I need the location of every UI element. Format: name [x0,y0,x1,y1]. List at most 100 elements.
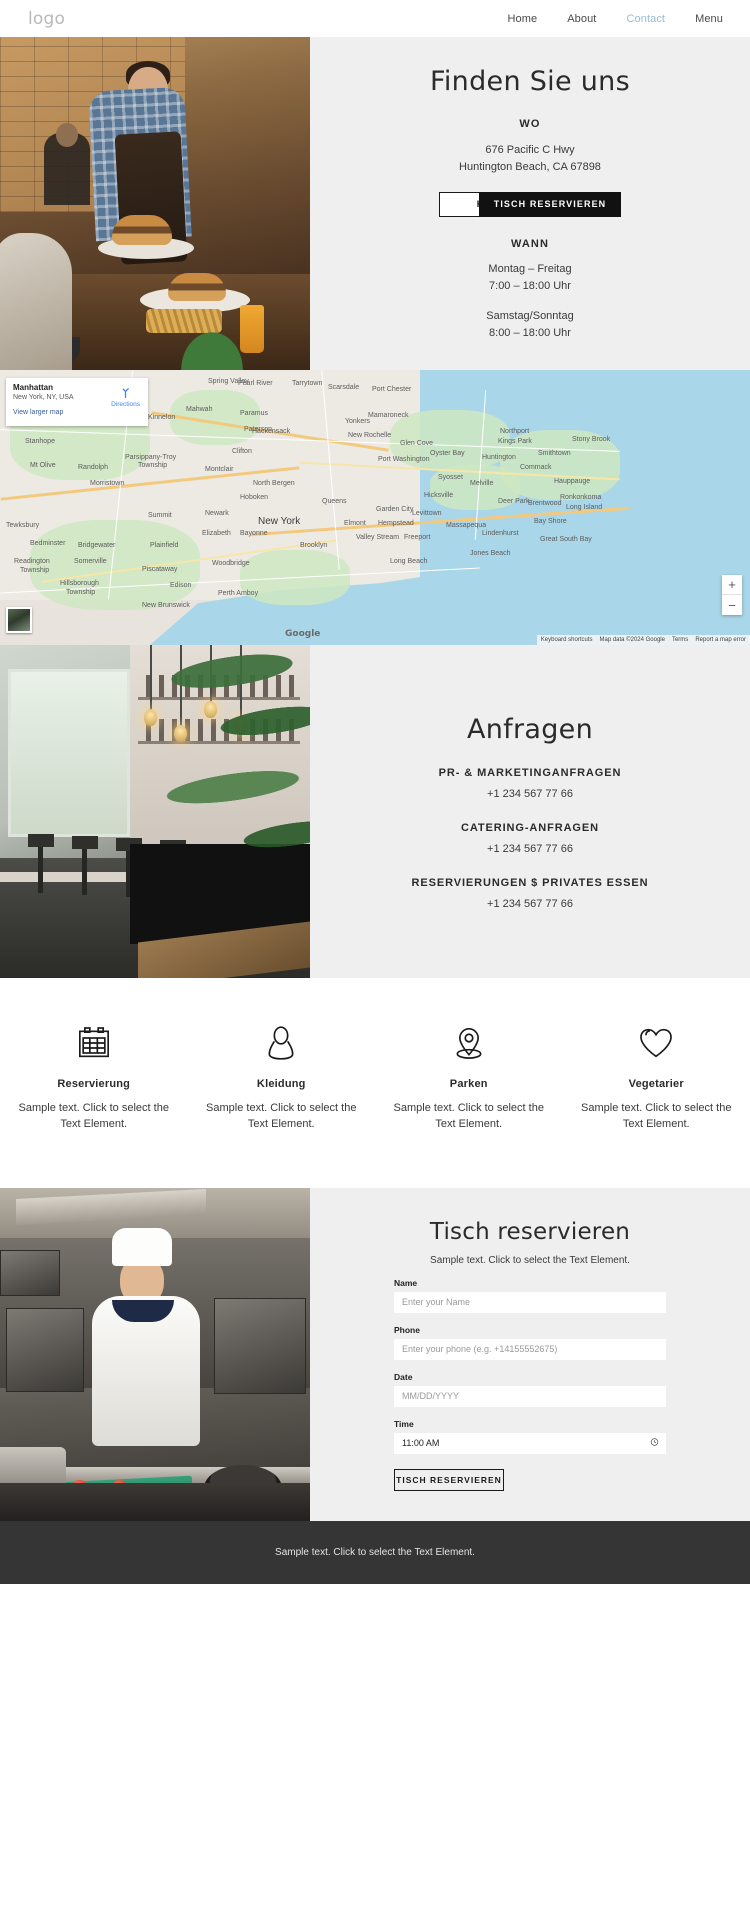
inquiry-label-catering: CATERING-ANFRAGEN [461,821,599,834]
nav-item-about[interactable]: About [567,13,596,25]
map-label: Morristown [90,480,125,487]
map-label: Montclair [205,466,234,473]
feature-desc: Sample text. Click to select the Text El… [581,1102,732,1130]
map-zoom-controls: + − [722,575,742,615]
name-label: Name [394,1277,418,1288]
map-attribution: Keyboard shortcuts Map data ©2024 Google… [536,635,750,645]
zoom-in-button[interactable]: + [722,575,742,595]
page-title: Finden Sie uns [430,65,630,97]
features-section: Reservierung Sample text. Click to selec… [0,978,750,1188]
map-label: Oyster Bay [430,450,465,457]
cafe-interior-photo [0,645,310,978]
nav-item-home[interactable]: Home [507,13,537,25]
main-nav: Home About Contact Menu [507,13,723,25]
map-label: Randolph [78,464,108,471]
map-label: Township [20,567,50,574]
map-label: Somerville [74,558,107,565]
google-map[interactable]: New York Newark Yonkers New Rochelle Hoboken… [0,370,750,645]
hours-weekend-days: Samstag/Sonntag [486,309,574,322]
inquiry-phone-reservations[interactable]: +1 234 567 77 66 [487,898,573,910]
inquiries-panel: Anfragen PR- & MARKETINGANFRAGEN +1 234 … [310,645,750,978]
map-label: Port Chester [372,386,412,393]
map-label: Plainfield [150,542,179,549]
reservation-title: Tisch reservieren [429,1218,631,1245]
map-pin-icon [391,1020,547,1066]
map-label: Paramus [240,410,269,417]
logo[interactable]: logo [28,9,65,29]
map-label: Freeport [404,534,431,541]
where-label: WO [519,117,541,130]
feature-desc: Sample text. Click to select the Text El… [206,1102,357,1130]
feature-title: Vegetarier [628,1078,684,1090]
map-label: Brentwood [528,500,562,507]
hours-weekday-days: Montag – Freitag [488,262,572,275]
date-input[interactable]: MM/DD/YYYY [394,1385,666,1407]
map-label: Kings Park [498,438,532,445]
keyboard-shortcuts-link[interactable]: Keyboard shortcuts [541,637,593,643]
map-label: Tarrytown [292,380,323,387]
map-label: Bedminster [30,540,66,547]
map-label: Stony Brook [572,436,611,443]
map-label: Tewksbury [6,522,40,529]
map-label: Long Beach [390,558,428,565]
reserve-table-button[interactable]: TISCH RESERVIEREN [479,191,621,217]
inquiry-phone-pr[interactable]: +1 234 567 77 66 [487,788,573,800]
map-label: Bay Shore [534,518,567,525]
map-label: Scarsdale [328,384,360,391]
name-input[interactable]: Enter your Name [394,1291,666,1313]
submit-reservation-button[interactable]: TISCH RESERVIEREN [394,1468,504,1491]
time-input[interactable]: 11:00 AM [394,1432,666,1454]
map-label: Brooklyn [300,542,328,549]
feature-parken: Parken Sample text. Click to select the … [375,1020,563,1132]
map-label: North Bergen [253,480,295,487]
map-label: New Brunswick [142,602,190,609]
directions-button[interactable]: Directions [111,386,140,408]
map-label: Hoboken [240,494,269,501]
map-label: Garden City [376,506,414,513]
field-time: Time 11:00 AM [394,1419,666,1454]
feature-desc: Sample text. Click to select the Text El… [18,1102,169,1130]
map-street-view-thumb[interactable] [6,607,32,633]
map-label: Edison [170,582,192,589]
map-label: Valley Stream [356,534,400,541]
view-larger-map-link[interactable]: View larger map [13,409,141,416]
inquiry-phone-catering[interactable]: +1 234 567 77 66 [487,843,573,855]
feature-kleidung: Kleidung Sample text. Click to select th… [188,1020,376,1132]
reservation-section: Tisch reservieren Sample text. Click to … [0,1188,750,1521]
map-label: Hauppauge [554,478,591,485]
map-label: Readington [14,558,50,565]
map-label: Commack [520,464,552,471]
phone-input[interactable]: Enter your phone (e.g. +14155552675) [394,1338,666,1360]
calendar-icon [16,1020,172,1066]
map-label: Smithtown [538,450,571,457]
map-label: Elizabeth [202,530,231,537]
when-label: WANN [510,237,549,250]
zoom-out-button[interactable]: − [722,595,742,615]
map-label: Bridgewater [78,542,116,549]
reservation-panel: Tisch reservieren Sample text. Click to … [310,1188,750,1521]
terms-link[interactable]: Terms [672,637,688,643]
map-label: Clifton [232,448,252,455]
inquiry-label-reservations: RESERVIERUNGEN $ PRIVATES ESSEN [411,876,649,889]
report-error-link[interactable]: Report a map error [695,637,746,643]
map-label: New York [258,516,301,527]
field-name: Name Enter your Name [394,1278,666,1313]
clock-icon[interactable] [650,1438,659,1449]
map-label: Mamaroneck [368,412,409,419]
map-label: Syosset [438,474,463,481]
directions-icon [122,388,129,399]
feature-title: Kleidung [256,1078,306,1090]
map-info-card: Manhattan New York, NY, USA View larger … [6,378,148,426]
map-label: Glen Cove [400,440,434,447]
reservation-subtitle: Sample text. Click to select the Text El… [430,1254,630,1266]
nav-item-contact[interactable]: Contact [626,13,665,25]
reservation-form: Tisch reservieren Sample text. Click to … [394,1219,666,1491]
hours-weekend: Samstag/Sonntag 8:00 – 18:00 Uhr [486,308,573,342]
feature-desc: Sample text. Click to select the Text El… [393,1102,544,1130]
map-label: Long Island [566,504,603,511]
field-phone: Phone Enter your phone (e.g. +1415555267… [394,1325,666,1360]
nav-item-menu[interactable]: Menu [695,13,723,25]
map-label: Spring Valley [208,378,249,385]
map-label: Elmont [344,520,366,527]
map-label: Hempstead [378,520,414,527]
